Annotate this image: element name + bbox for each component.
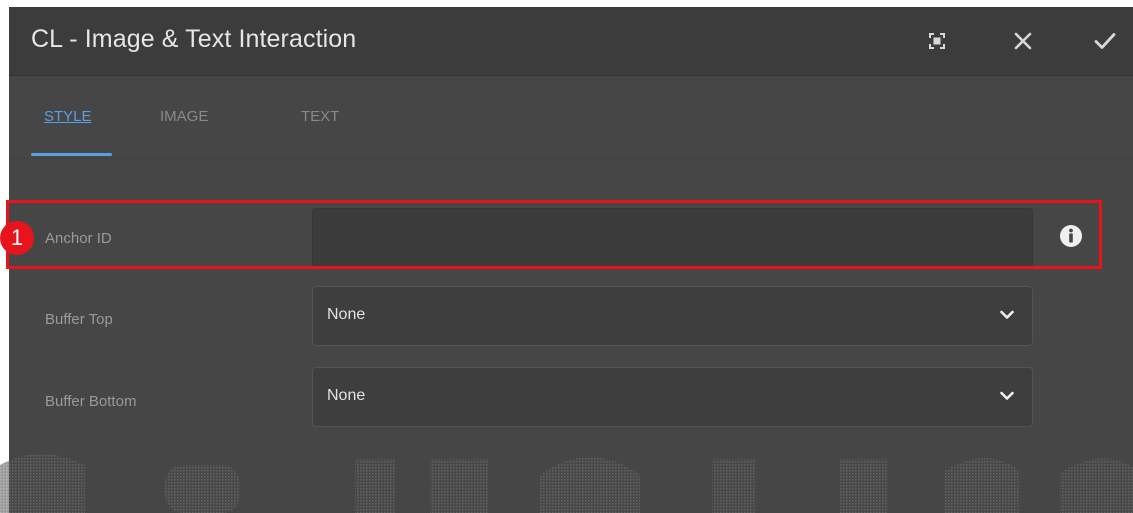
buffer-top-label: Buffer Top — [45, 311, 113, 328]
buffer-top-select[interactable]: None — [312, 286, 1033, 346]
anchor-id-input[interactable] — [312, 208, 1033, 267]
tab-image[interactable]: IMAGE — [160, 108, 208, 125]
buffer-top-value: None — [327, 306, 366, 323]
buffer-bottom-label: Buffer Bottom — [45, 393, 137, 410]
close-icon — [1014, 32, 1032, 50]
tab-style[interactable]: STYLE — [44, 108, 92, 125]
chevron-down-icon — [1000, 391, 1014, 400]
info-icon[interactable] — [1059, 224, 1083, 248]
active-tab-indicator — [31, 153, 112, 156]
step-number-badge: 1 — [0, 221, 34, 255]
tab-bar: STYLE IMAGE TEXT — [9, 76, 1133, 159]
close-button[interactable] — [1003, 21, 1043, 61]
fullscreen-icon — [929, 33, 945, 49]
fullscreen-button[interactable] — [917, 21, 957, 61]
anchor-id-label: Anchor ID — [45, 230, 112, 247]
buffer-bottom-select[interactable]: None — [312, 367, 1033, 427]
dialog-title: CL - Image & Text Interaction — [31, 25, 357, 53]
dialog-titlebar: CL - Image & Text Interaction — [9, 7, 1133, 76]
tab-text[interactable]: TEXT — [301, 108, 339, 125]
dialog: CL - Image & Text Interaction STYLE IMAG… — [9, 7, 1133, 513]
check-icon — [1094, 33, 1116, 49]
chevron-down-icon — [1000, 310, 1014, 319]
confirm-button[interactable] — [1085, 21, 1125, 61]
buffer-bottom-value: None — [327, 387, 366, 404]
